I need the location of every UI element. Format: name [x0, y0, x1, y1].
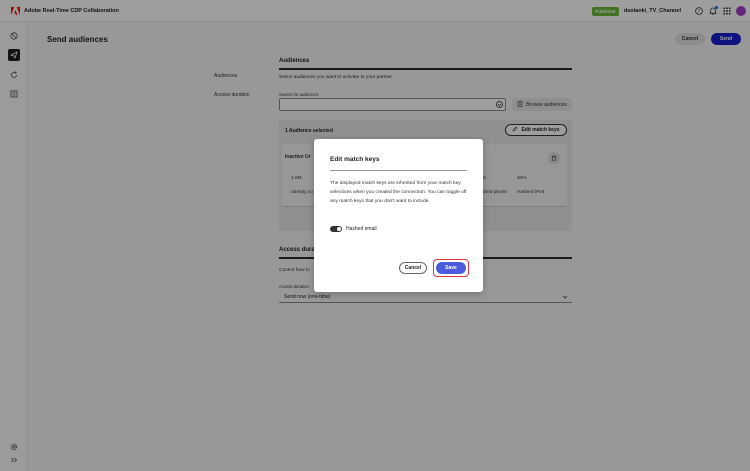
dialog-body: The displayed match keys are inherited f…: [330, 181, 467, 204]
dialog-cancel-button[interactable]: Cancel: [399, 262, 427, 274]
toggle-knob: [337, 227, 341, 231]
dialog-divider: [330, 170, 467, 171]
dialog-save-button[interactable]: Save: [436, 262, 466, 274]
hashed-email-label: Hashed email: [346, 226, 377, 232]
edit-match-keys-dialog: Edit match keys The displayed match keys…: [314, 139, 483, 292]
dialog-title: Edit match keys: [330, 156, 380, 163]
hashed-email-toggle[interactable]: [330, 226, 342, 232]
